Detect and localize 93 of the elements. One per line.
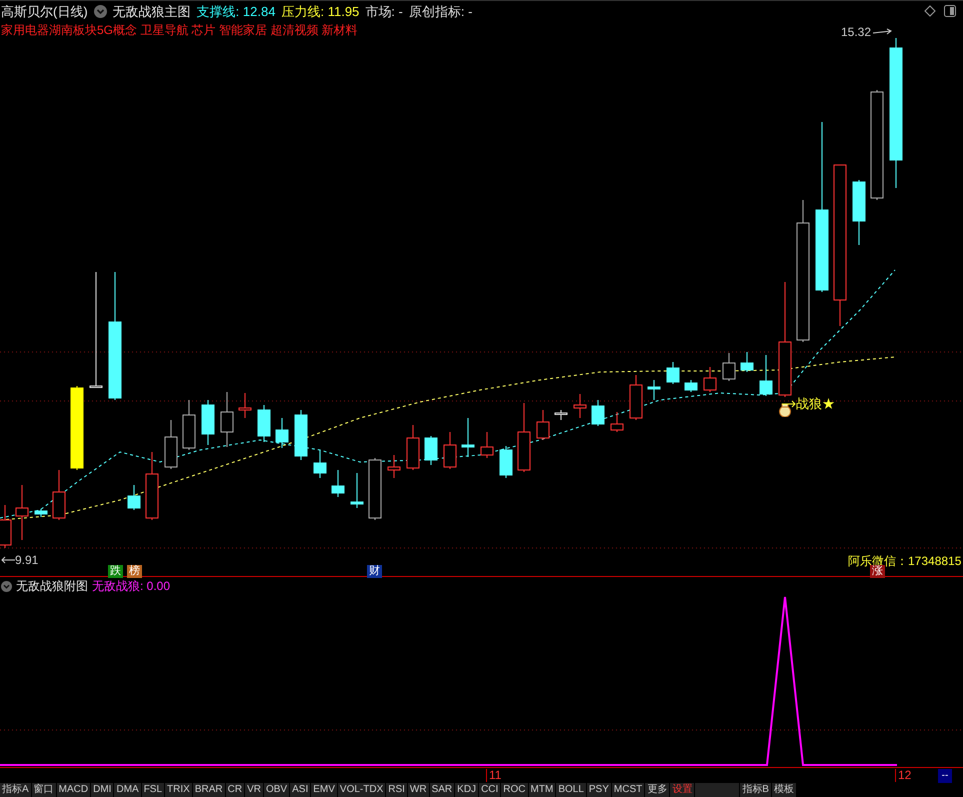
indicator-tab[interactable]: PSY [586,783,611,797]
indicator-tab[interactable]: BRAR [192,783,225,797]
indicator-tab[interactable]: MACD [56,783,90,797]
indicator-title: 无敌战狼主图 [112,2,191,21]
candlestick [648,379,660,400]
indicator-tab[interactable]: 窗口 [32,783,56,797]
candlestick [332,469,344,498]
indicator-tab[interactable]: 指标A [0,783,31,797]
candlestick [294,409,308,460]
candlestick [536,409,550,440]
diamond-icon[interactable] [924,5,936,18]
candlestick [388,454,400,478]
low-price-label: 9.91 [15,552,38,569]
indicator-tab[interactable]: 模板 [772,783,796,797]
candlestick [146,451,158,520]
candlestick [852,179,866,246]
indicator-tab[interactable]: ASI [290,783,310,797]
signal-label: 战狼★ [796,394,835,413]
candlestick [202,399,214,446]
sub-chart-reading: 无敌战狼: 0.00 [92,578,170,596]
indicator-tab[interactable]: KDJ [455,783,478,797]
candlestick [554,409,568,420]
candlestick [314,449,326,478]
indicator-tab[interactable]: RSI [386,783,407,797]
sector-tags: 家用电器湖南板块5G概念 卫星导航 芯片 智能家居 超清视频 新材料 [1,24,358,36]
candlestick [182,399,196,450]
candlestick [760,354,772,396]
candlestick [368,457,382,520]
candlestick [220,391,234,448]
candlestick [630,374,642,420]
indicator-reading: 支撑线: 12.84 [196,2,276,21]
indicator-tab[interactable]: TRIX [165,783,192,797]
high-price-label: 15.32 [841,24,872,41]
candlestick [518,402,530,472]
indicator-tab[interactable]: 更多 [645,783,670,797]
indicator-tab[interactable]: DMA [114,783,141,797]
candlestick [128,484,140,510]
indicator-tab[interactable]: MCST [612,783,644,797]
candlestick [16,484,28,540]
indicator-tab[interactable]: VOL-TDX [338,783,386,797]
candlestick [666,361,680,384]
stock-title: 高斯贝尔(日线) [1,2,88,21]
sub-chart-title: 无敌战狼附图 [16,578,88,596]
indicator-reading: 原创指标: - [408,2,472,21]
candlestick [684,379,698,392]
chevron-down-icon[interactable] [94,4,107,18]
candlestick [704,366,716,392]
indicator-tab[interactable]: SAR [430,783,454,797]
candlestick [34,508,48,518]
scroll-end-button[interactable]: -- [938,769,952,784]
indicator-tab[interactable]: VR [245,783,263,797]
axis-label: 12 [895,769,912,782]
candlestick [740,351,754,372]
candlestick [444,431,456,470]
candlestick [238,392,252,418]
arrow-icon [873,28,894,36]
indicator-tab[interactable]: FSL [142,783,164,797]
indicator-tab[interactable]: CR [226,783,244,797]
chevron-down-icon[interactable] [1,580,12,592]
indicator-tab[interactable]: OBV [264,783,290,797]
axis-label: 11 [486,769,502,782]
indicator-tab[interactable]: BOLL [556,783,586,797]
candlestick [424,435,438,466]
marker-badge[interactable]: 榜 [127,564,142,578]
arrow-icon [782,400,796,408]
indicator-reading: 市场: - [365,2,403,21]
candlestick [592,399,604,426]
indicator-tab[interactable]: WR [408,783,429,797]
indicator-reading: 压力线: 11.95 [281,2,360,21]
arrow-icon [1,556,15,564]
candlestick [406,424,420,470]
indicator-tab[interactable]: EMV [311,783,337,797]
candlestick [500,445,512,478]
candlestick [480,431,494,458]
marker-badge[interactable]: 财 [367,564,382,578]
indicator-tab[interactable]: ROC [501,783,528,797]
indicator-tab[interactable]: MTM [528,783,556,797]
candlestick [722,352,736,382]
candlestick [164,419,178,470]
marker-badge[interactable]: 跌 [108,564,123,578]
indicator-tab[interactable]: 设置 [670,783,694,797]
candlestick [52,469,66,520]
candlestick [574,393,586,418]
indicator-tab[interactable]: DMI [91,783,114,797]
panel-toggle-icon[interactable] [944,5,956,18]
indicator-tab[interactable]: 指标B [740,783,771,797]
candlestick [276,417,288,448]
indicator-tab[interactable]: CCI [479,783,500,797]
candlestick [350,472,364,508]
candlestick [258,404,270,442]
candlestick [610,411,624,432]
candlestick [462,417,474,458]
money-bag-icon [778,402,792,417]
